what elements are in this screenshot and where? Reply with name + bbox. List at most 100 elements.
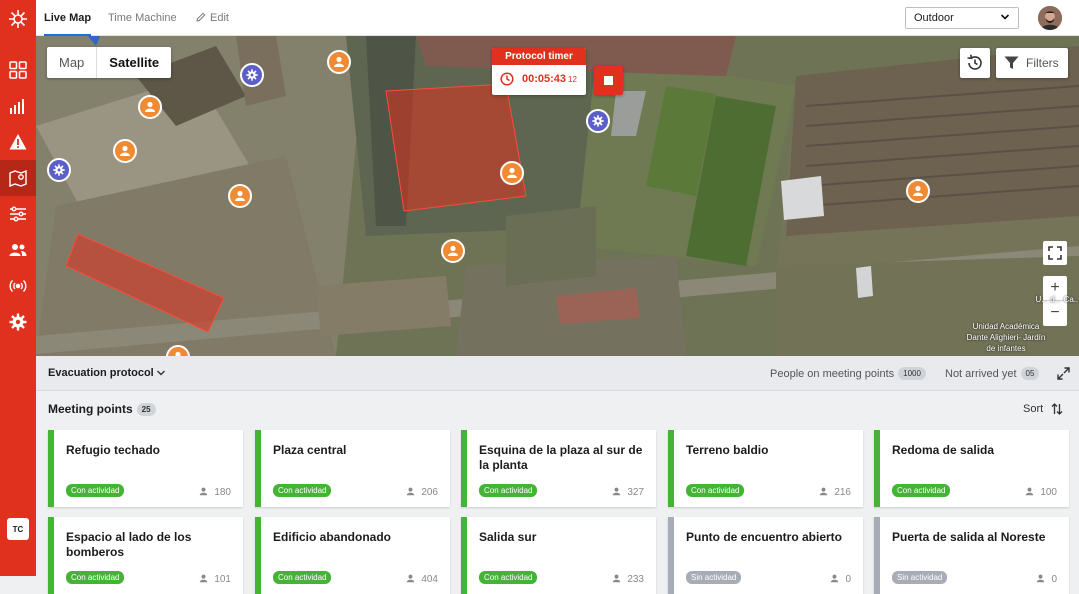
person-icon [820, 487, 828, 496]
person-marker[interactable] [138, 95, 162, 119]
meeting-point-name: Plaza central [273, 443, 347, 457]
meeting-point-card[interactable]: Espacio al lado de los bomberos Con activ… [48, 517, 243, 594]
meeting-point-name: Edificio abandonado [273, 530, 392, 544]
not-arrived-stat: Not arrived yet 05 [945, 367, 1040, 380]
meeting-point-card[interactable]: Punto de encuentro abierto Sin actividad 0 [668, 517, 863, 594]
meeting-point-card[interactable]: Redoma de salida Con actividad 100 [874, 430, 1069, 507]
device-marker[interactable] [586, 109, 610, 133]
person-icon [407, 574, 415, 583]
person-icon [613, 487, 621, 496]
expand-icon[interactable] [1057, 367, 1070, 380]
avatar-photo-icon [1038, 6, 1062, 30]
people-count-value: 180 [214, 487, 231, 498]
person-marker[interactable] [327, 50, 351, 74]
sidebar-item-analytics[interactable] [0, 88, 36, 124]
history-button[interactable] [960, 48, 990, 78]
device-marker[interactable] [47, 158, 71, 182]
sidebar-item-devices[interactable] [0, 268, 36, 304]
meeting-points-label: Meeting points [48, 402, 133, 416]
people-count: 100 [1025, 487, 1057, 498]
map-view-button[interactable]: Map [47, 47, 96, 78]
chevron-down-icon[interactable] [156, 368, 166, 378]
mode-select-value: Outdoor [914, 12, 954, 24]
gear-icon [592, 115, 604, 127]
people-count: 206 [406, 487, 438, 498]
people-on-meeting-points-label: People on meeting points [770, 368, 895, 380]
person-icon [913, 185, 923, 196]
person-icon [507, 167, 517, 178]
sidebar-item-dashboard[interactable] [0, 52, 36, 88]
mode-select[interactable]: Outdoor [905, 7, 1019, 29]
protocol-timer-value: 00:05:43 12 [492, 65, 586, 94]
status-badge: Con actividad [66, 571, 125, 584]
broadcast-icon [9, 280, 27, 292]
sort-button[interactable]: Sort [1023, 403, 1063, 415]
satellite-view-button[interactable]: Satellite [96, 47, 171, 78]
person-marker[interactable] [228, 184, 252, 208]
person-icon [831, 574, 839, 583]
pencil-icon [196, 12, 206, 22]
tab-live-map[interactable]: Live Map [44, 0, 92, 36]
person-icon [235, 190, 245, 201]
stop-protocol-button[interactable] [594, 66, 623, 95]
meeting-point-card[interactable]: Edificio abandonado Con actividad 404 [255, 517, 450, 594]
tab-time-machine[interactable]: Time Machine [108, 0, 177, 36]
meeting-point-card[interactable]: Puerta de salida al Noreste Sin actividad… [874, 517, 1069, 594]
person-icon [200, 487, 208, 496]
sidebar-item-users[interactable] [0, 232, 36, 268]
person-icon [120, 145, 130, 156]
people-count-value: 100 [1040, 487, 1057, 498]
meeting-point-card[interactable]: Salida sur Con actividad 233 [461, 517, 656, 594]
grid-icon [9, 61, 27, 79]
tab-edit[interactable]: Edit [196, 0, 229, 36]
person-marker[interactable] [441, 239, 465, 263]
protocol-timer: Protocol timer 00:05:43 12 [492, 48, 586, 95]
map-type-toggle: Map Satellite [47, 47, 172, 78]
person-icon [407, 487, 415, 496]
device-marker[interactable] [240, 63, 264, 87]
evacuation-protocol-bar: Evacuation protocol People on meeting po… [36, 356, 1079, 391]
users-icon [9, 244, 27, 256]
people-count: 327 [612, 487, 644, 498]
alert-icon [9, 134, 27, 150]
status-badge: Sin actividad [892, 571, 948, 584]
meeting-point-card[interactable]: Plaza central Con actividad 206 [255, 430, 450, 507]
meeting-point-card[interactable]: Terreno baldio Con actividad 216 [668, 430, 863, 507]
people-on-meeting-points-count: 1000 [898, 367, 926, 380]
person-marker[interactable] [113, 139, 137, 163]
meeting-point-name: Redoma de salida [892, 443, 995, 457]
status-badge: Sin actividad [686, 571, 742, 584]
person-marker[interactable] [906, 179, 930, 203]
timer-time: 00:05:43 [522, 73, 567, 85]
history-icon [967, 54, 982, 70]
filters-button[interactable]: Filters [996, 48, 1068, 78]
map-place-label-2: U... d... Ca... [1035, 295, 1079, 304]
top-bar: Live Map Time Machine Edit Outdoor [36, 0, 1079, 36]
sidebar-item-settings[interactable] [0, 304, 36, 340]
person-marker[interactable] [500, 161, 524, 185]
user-avatar[interactable] [1038, 6, 1062, 30]
clock-icon [500, 72, 514, 86]
map-place-label: Unidad Académica Dante Alighieri- Jardín… [966, 322, 1046, 353]
meeting-point-card[interactable]: Refugio techado Con actividad 180 [48, 430, 243, 507]
meeting-point-name: Terreno baldio [686, 443, 769, 457]
person-icon [448, 245, 458, 256]
evacuation-protocol-title[interactable]: Evacuation protocol [48, 367, 154, 379]
sidebar-item-live-map[interactable] [0, 160, 36, 196]
user-initials-avatar[interactable]: TC [7, 518, 29, 540]
people-count: 216 [819, 487, 851, 498]
not-arrived-count: 05 [1020, 367, 1040, 380]
sidebar-item-settings-sliders[interactable] [0, 196, 36, 232]
meeting-point-card[interactable]: Esquina de la plaza al sur de la planta C… [461, 430, 656, 507]
people-count-value: 327 [627, 487, 644, 498]
meeting-point-name: Puerta de salida al Noreste [892, 530, 1046, 544]
map-icon [9, 169, 27, 187]
status-badge: Con actividad [273, 484, 332, 497]
meeting-point-name: Espacio al lado de los bomberos [66, 530, 192, 559]
sort-icon [1051, 403, 1063, 415]
status-badge: Con actividad [66, 484, 125, 497]
fullscreen-button[interactable] [1043, 241, 1067, 265]
sidebar-item-alerts[interactable] [0, 124, 36, 160]
satellite-map[interactable]: Map Satellite Protocol timer 00:05:43 12 … [36, 36, 1079, 356]
person-icon [200, 574, 208, 583]
